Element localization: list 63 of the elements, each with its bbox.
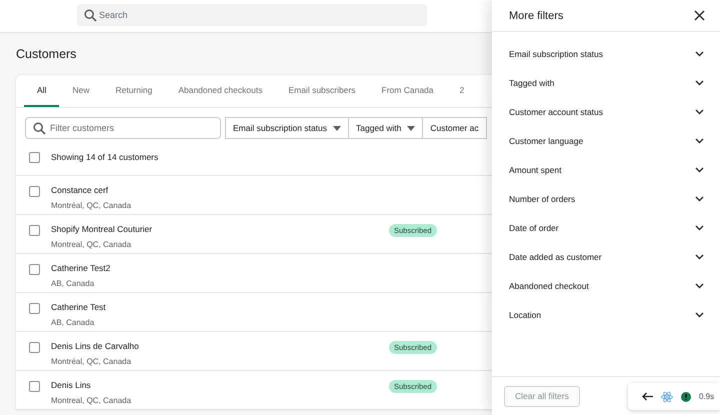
page-title: Customers xyxy=(16,47,78,63)
customer-location: Montreal, QC, Canada xyxy=(51,396,132,405)
chevron-down-icon xyxy=(695,224,704,230)
checkbox[interactable] xyxy=(29,152,40,162)
result-count: Showing 14 of 14 customers xyxy=(51,152,158,162)
filter-button[interactable]: Tagged with xyxy=(348,117,424,139)
customer-location: Montréal, QC, Canada xyxy=(51,357,132,366)
chevron-down-icon xyxy=(695,282,704,288)
checkbox[interactable] xyxy=(29,381,40,392)
customer-location: AB, Canada xyxy=(51,318,96,327)
customer-name: Denis Lins xyxy=(51,380,92,390)
customer-name: Catherine Test xyxy=(51,302,107,312)
filter-item[interactable]: Amount spent xyxy=(492,155,720,184)
checkbox[interactable] xyxy=(29,264,40,275)
filter-item[interactable]: Tagged with xyxy=(492,68,720,97)
tab[interactable]: Returning xyxy=(102,75,166,107)
tab[interactable]: All xyxy=(24,75,60,107)
back-arrow-icon[interactable] xyxy=(642,392,653,401)
tab[interactable]: New xyxy=(59,75,102,107)
checkbox[interactable] xyxy=(29,342,40,353)
chevron-down-icon xyxy=(695,138,704,144)
chevron-down-icon xyxy=(695,108,704,114)
close-icon[interactable] xyxy=(694,10,705,21)
chevron-down-icon xyxy=(695,80,704,86)
chevron-down-icon xyxy=(695,312,704,318)
filter-field[interactable]: Filter customers xyxy=(25,117,221,139)
tab[interactable]: 2 xyxy=(446,75,478,107)
search-icon xyxy=(84,9,97,22)
customer-location: Montréal, QC, Canada xyxy=(51,201,132,210)
tab[interactable]: Email subscribers xyxy=(275,75,369,107)
filter-item[interactable]: Location xyxy=(492,300,720,329)
filter-item[interactable]: Date of order xyxy=(492,213,720,242)
filter-item[interactable]: Email subscription status xyxy=(492,39,720,68)
filter-button[interactable]: Customer ac xyxy=(422,117,487,139)
filter-item[interactable]: Customer account status xyxy=(492,97,720,126)
customer-name: Catherine Test2 xyxy=(51,263,112,273)
load-time: 0.9s xyxy=(699,392,714,401)
customer-name: Denis Lins de Carvalho xyxy=(51,341,140,351)
filter-item[interactable]: Customer language xyxy=(492,126,720,155)
atom-icon[interactable] xyxy=(661,390,673,402)
chevron-down-icon xyxy=(695,166,704,172)
customer-location: Montreal, QC, Canada xyxy=(51,240,132,249)
panel-title: More filters xyxy=(509,10,564,22)
chevron-down-icon xyxy=(695,50,704,56)
chevron-down-icon xyxy=(695,254,704,260)
search-field[interactable]: Search xyxy=(77,4,427,26)
caret-icon xyxy=(333,126,342,130)
checkbox[interactable] xyxy=(29,225,40,236)
caret-icon xyxy=(407,126,416,130)
customer-name: Shopify Montreal Couturier xyxy=(51,224,154,234)
tab[interactable]: Abandoned checkouts xyxy=(165,75,276,107)
filter-item[interactable]: Number of orders xyxy=(492,184,720,213)
filter-item[interactable]: Date added as customer xyxy=(492,242,720,271)
tab[interactable]: From Canada xyxy=(368,75,446,107)
chevron-down-icon xyxy=(695,196,704,202)
customer-name: Constance cerf xyxy=(51,185,110,195)
customer-location: AB, Canada xyxy=(51,279,96,288)
search-icon xyxy=(33,122,46,135)
alert-icon[interactable] xyxy=(681,392,691,402)
checkbox[interactable] xyxy=(29,186,40,197)
filter-button[interactable]: Email subscription status xyxy=(225,117,350,139)
filter-item[interactable]: Abandoned checkout xyxy=(492,271,720,300)
checkbox[interactable] xyxy=(29,303,40,314)
